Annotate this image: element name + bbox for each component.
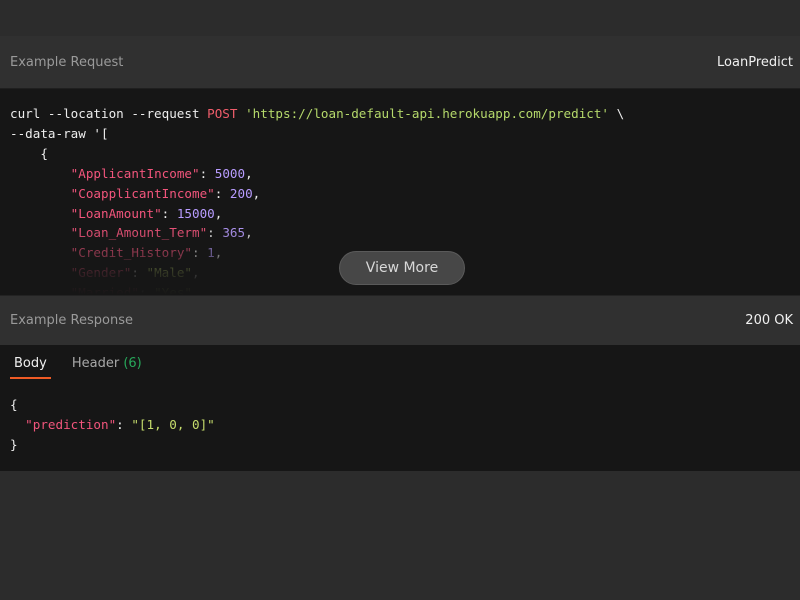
field-value: "Male"	[146, 265, 193, 281]
tab-body[interactable]: Body	[10, 356, 51, 379]
field-value: 1	[207, 245, 215, 261]
field-key: "ApplicantIncome"	[70, 165, 200, 181]
tab-header[interactable]: Header (6)	[68, 356, 146, 379]
response-status: 200 OK	[745, 313, 793, 328]
bottom-spacer	[0, 471, 800, 600]
tab-body-label: Body	[14, 356, 47, 371]
field-key: "Gender"	[70, 265, 132, 281]
response-tabs: Body Header (6)	[0, 345, 800, 379]
field-key: "Married"	[70, 285, 139, 295]
field-key: "LoanAmount"	[70, 205, 162, 221]
field-value: "Yes"	[154, 285, 193, 295]
response-open-brace: {	[10, 397, 18, 412]
request-code-panel: curl --location --request POST 'https://…	[0, 88, 800, 295]
response-value: "[1, 0, 0]"	[131, 416, 215, 432]
response-panel: Body Header (6) { "prediction": "[1, 0, …	[0, 345, 800, 471]
open-brace: {	[10, 145, 48, 161]
view-more-button[interactable]: View More	[339, 251, 465, 285]
field-value: 365	[222, 225, 246, 241]
curl-command: curl --location --request	[10, 106, 208, 121]
response-header: Example Response 200 OK	[0, 295, 800, 345]
response-key: "prediction"	[25, 416, 117, 432]
line-continuation: \	[609, 106, 625, 121]
field-value: 5000	[214, 165, 246, 181]
tab-header-label: Header	[71, 356, 120, 371]
field-value: 15000	[176, 205, 215, 221]
field-key: "Loan_Amount_Term"	[70, 225, 208, 241]
response-title: Example Response	[10, 313, 133, 328]
top-spacer	[0, 0, 800, 36]
request-title: Example Request	[10, 54, 124, 70]
request-url: 'https://loan-default-api.herokuapp.com/…	[245, 106, 610, 121]
request-header: Example Request LoanPredict	[0, 36, 800, 88]
collection-name[interactable]: LoanPredict	[717, 55, 793, 70]
field-value: 200	[229, 185, 253, 201]
tab-header-count: (6)	[123, 356, 142, 371]
response-code: { "prediction": "[1, 0, 0]" }	[10, 397, 215, 452]
page: Example Request LoanPredict curl --locat…	[0, 0, 800, 600]
field-key: "CoapplicantIncome"	[70, 185, 215, 201]
http-method: POST	[207, 106, 238, 121]
data-raw-flag: --data-raw '[	[10, 125, 109, 141]
response-close-brace: }	[10, 436, 18, 452]
field-key: "Credit_History"	[70, 245, 192, 261]
